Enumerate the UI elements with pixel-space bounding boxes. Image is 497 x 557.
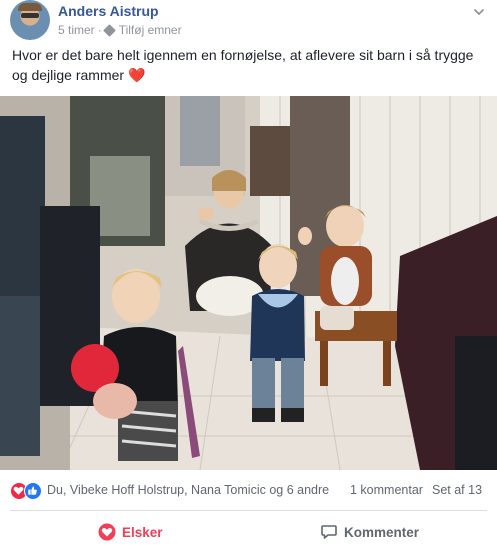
tag-icon: [102, 23, 116, 37]
reaction-names-link[interactable]: Du, Vibeke Hoff Holstrup, Nana Tomicic o…: [47, 483, 329, 497]
author-name[interactable]: Anders Aistrup: [58, 3, 159, 19]
post-text: Hvor er det bare helt igennem en fornøje…: [12, 45, 487, 85]
post-meta: 5 timer · Tilføj emner: [58, 23, 182, 37]
meta-separator: ·: [97, 23, 102, 37]
comment-button[interactable]: Kommenter: [320, 518, 419, 546]
post-photo[interactable]: [0, 96, 497, 470]
actions-divider: [10, 510, 487, 511]
comment-label: Kommenter: [344, 524, 420, 540]
love-icon: [98, 523, 116, 541]
love-reaction-button[interactable]: Elsker: [98, 518, 163, 546]
heart-emoji: ❤️: [127, 67, 146, 83]
post-header: Anders Aistrup 5 timer · Tilføj emner: [0, 0, 497, 40]
comment-icon: [321, 525, 337, 539]
author-avatar[interactable]: [10, 0, 50, 40]
like-icon: [24, 482, 42, 500]
seen-by-count[interactable]: Set af 13: [432, 483, 482, 497]
add-topics-link[interactable]: Tilføj emner: [119, 23, 182, 37]
post-time[interactable]: 5 timer: [58, 23, 95, 37]
feed-post: Anders Aistrup 5 timer · Tilføj emner Hv…: [0, 0, 497, 557]
reactions-bar: Du, Vibeke Hoff Holstrup, Nana Tomicic o…: [0, 478, 497, 504]
post-options-chevron-icon[interactable]: [473, 6, 485, 18]
post-message: Hvor er det bare helt igennem en fornøje…: [12, 47, 474, 83]
photo-children-hallway: [0, 96, 497, 470]
love-label: Elsker: [122, 524, 163, 540]
reaction-icons[interactable]: [10, 482, 44, 500]
comments-count-link[interactable]: 1 kommentar: [350, 483, 423, 497]
